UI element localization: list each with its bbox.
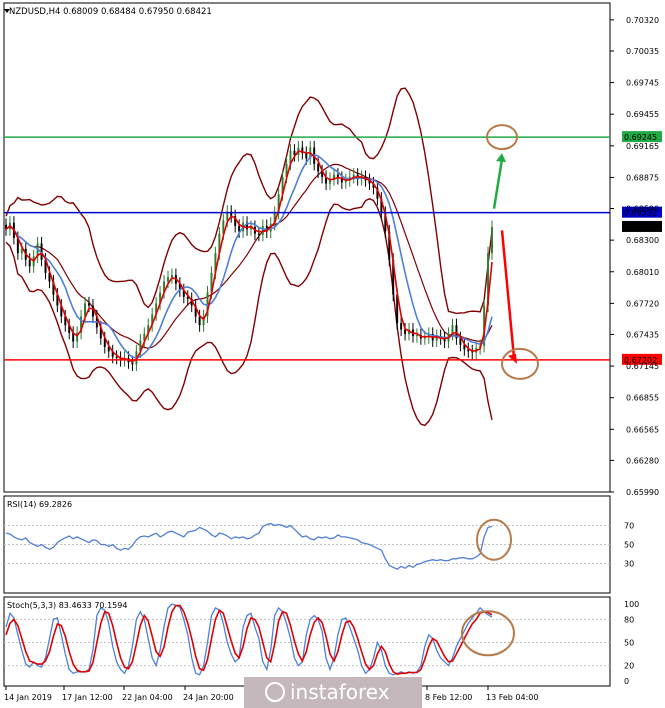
price-tick-label: 0.70035 xyxy=(626,47,659,56)
time-tick-label: 13 Feb 04:00 xyxy=(486,693,538,702)
candle-body xyxy=(170,275,173,278)
watermark-text: instaforex xyxy=(290,680,390,704)
candle-body xyxy=(131,362,134,365)
time-tick-label: 8 Feb 12:00 xyxy=(425,693,472,702)
candle-body xyxy=(305,152,308,159)
stoch-tick-label: 80 xyxy=(624,615,634,624)
price-tick-label: 0.66280 xyxy=(626,456,659,465)
price-tick-label: 0.68590 xyxy=(626,205,659,214)
candle-body xyxy=(167,277,169,282)
candle-body xyxy=(28,259,31,267)
stoch-label: Stoch(5,3,3) 83.4633 70.1594 xyxy=(7,601,127,610)
price-tick-label: 0.69745 xyxy=(626,79,659,88)
price-tick-label: 0.67145 xyxy=(626,362,659,371)
rsi-label: RSI(14) 69.2826 xyxy=(7,500,72,509)
trading-chart: 0.692450.685520.684210.67202 NZDUSD,H4 0… xyxy=(0,0,665,708)
candle-body xyxy=(317,163,320,172)
price-tick-label: 0.65990 xyxy=(626,488,659,497)
candle-body xyxy=(87,303,90,306)
price-tick-label: 0.69165 xyxy=(626,142,659,151)
candle-body xyxy=(400,323,403,330)
current-price-label: 0.68421 xyxy=(624,223,657,232)
stoch-tick-label: 0 xyxy=(624,677,629,686)
candle-body xyxy=(198,316,201,326)
time-tick-label: 17 Jan 12:00 xyxy=(62,693,113,702)
stoch-tick-label: 100 xyxy=(624,600,639,609)
rsi-tick-label: 70 xyxy=(624,522,634,531)
target-price-label: 0.69245 xyxy=(624,133,657,142)
rsi-tick-label: 50 xyxy=(624,541,634,550)
time-tick-label: 22 Jan 04:00 xyxy=(122,693,173,702)
price-tick-label: 0.67720 xyxy=(626,299,659,308)
price-tick-label: 0.66855 xyxy=(626,394,659,403)
candle-body xyxy=(115,356,118,358)
price-tick-label: 0.66565 xyxy=(626,425,659,434)
price-tick-label: 0.68300 xyxy=(626,236,659,245)
stoch-tick-label: 20 xyxy=(624,662,634,671)
time-tick-label: 24 Jan 20:00 xyxy=(183,693,234,702)
time-tick-label: 14 Jan 2019 xyxy=(4,693,52,702)
candle-body xyxy=(415,334,418,337)
price-tick-label: 0.70320 xyxy=(626,16,659,25)
price-panel: 0.692450.685520.684210.67202 xyxy=(3,2,662,493)
candle-body xyxy=(491,227,493,254)
watermark: instaforex xyxy=(244,677,422,708)
price-tick-label: 0.68875 xyxy=(626,173,659,182)
stoch-panel: 100 80 50 20 0 xyxy=(3,596,639,687)
stoch-tick-label: 50 xyxy=(624,639,634,648)
candle-body xyxy=(404,329,407,334)
chart-title: NZDUSD,H4 0.68009 0.68484 0.67950 0.6842… xyxy=(9,7,212,17)
rsi-tick-label: 30 xyxy=(624,560,634,569)
price-tick-label: 0.69455 xyxy=(626,110,659,119)
candle-body xyxy=(261,225,264,235)
candle-body xyxy=(257,233,260,235)
price-tick-label: 0.68010 xyxy=(626,268,659,277)
rsi-panel: 70 50 30 xyxy=(3,495,634,594)
price-tick-label: 0.67435 xyxy=(626,330,659,339)
